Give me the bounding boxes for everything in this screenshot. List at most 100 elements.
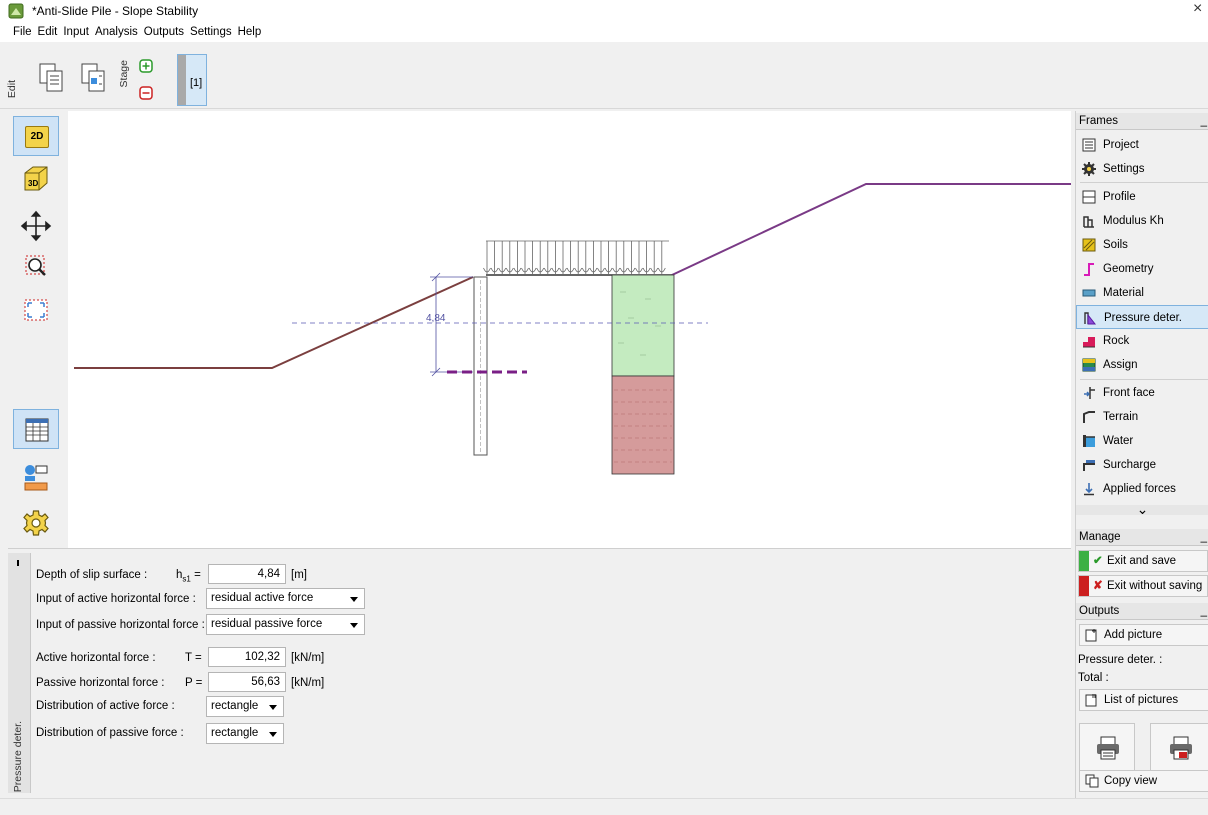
soil-red-block xyxy=(611,375,675,475)
dist-passive-label: Distribution of passive force : xyxy=(36,727,184,739)
outputs-header[interactable]: Outputs _ xyxy=(1076,603,1208,620)
frame-rock[interactable]: Rock xyxy=(1076,329,1208,353)
frame-rock-label: Rock xyxy=(1103,335,1130,347)
menu-edit[interactable]: Edit xyxy=(36,22,60,42)
active-force-input[interactable]: 102,32 xyxy=(208,647,286,667)
frame-soils[interactable]: Soils xyxy=(1076,233,1208,257)
frame-profile[interactable]: Profile xyxy=(1076,185,1208,209)
depth-input[interactable]: 4,84 xyxy=(208,564,286,584)
depth-unit: [m] xyxy=(291,569,307,581)
assign-icon xyxy=(1082,358,1096,372)
copy-document-icon[interactable] xyxy=(38,62,66,94)
view-3d-icon[interactable]: 3D xyxy=(13,159,59,199)
frames-scroll-down-icon[interactable]: ⌄ xyxy=(1076,502,1208,516)
pressure-deter-tab-label: Pressure deter. xyxy=(12,721,24,793)
view-tools: 2D 3D xyxy=(8,111,68,548)
frame-settings[interactable]: Settings xyxy=(1076,157,1208,181)
drawing-canvas[interactable]: 4,84 xyxy=(68,111,1071,548)
frame-pressure-deter-label: Pressure deter. xyxy=(1104,312,1182,324)
surcharge-icon xyxy=(1083,460,1095,471)
depth-symbol: hs1 = xyxy=(176,569,201,583)
zoom-window-icon[interactable] xyxy=(13,247,59,287)
labels-icon[interactable] xyxy=(13,457,59,497)
frame-water-label: Water xyxy=(1103,435,1134,447)
active-input-select[interactable]: residual active force xyxy=(206,588,365,609)
frame-project-label: Project xyxy=(1103,139,1139,151)
right-panel: Frames _ Project Settings Profile Modulus… xyxy=(1075,111,1208,798)
frame-water[interactable]: Water xyxy=(1076,429,1208,453)
paste-document-icon[interactable] xyxy=(80,62,108,94)
menu-analysis[interactable]: Analysis xyxy=(93,22,140,42)
list-of-pictures-button[interactable]: List of pictures xyxy=(1079,689,1208,711)
frame-terrain[interactable]: Terrain xyxy=(1076,405,1208,429)
print-button[interactable] xyxy=(1079,723,1135,773)
view-2d-button[interactable]: 2D xyxy=(13,116,59,156)
add-stage-icon[interactable] xyxy=(139,59,153,73)
copy-view-button[interactable]: Copy view xyxy=(1079,770,1208,792)
frame-geometry-label: Geometry xyxy=(1103,263,1154,275)
menu-file[interactable]: File xyxy=(11,22,34,42)
frame-assign[interactable]: Assign xyxy=(1076,353,1208,377)
stage-group-label: Stage xyxy=(118,60,130,88)
zoom-extents-icon[interactable] xyxy=(13,291,59,331)
pressure-deter-tab[interactable]: Pressure deter. xyxy=(8,553,31,793)
menu-input[interactable]: Input xyxy=(61,22,91,42)
exit-without-saving-button[interactable]: ✘ Exit without saving xyxy=(1078,575,1208,597)
active-force-symbol: T = xyxy=(185,652,202,664)
menu-bar: File Edit Input Analysis Outputs Settings Help xyxy=(0,22,1208,42)
frame-front-face[interactable]: Front face xyxy=(1076,381,1208,405)
surcharge-load xyxy=(483,240,669,274)
rock-icon xyxy=(1083,337,1095,348)
frame-project[interactable]: Project xyxy=(1076,133,1208,157)
list-pictures-icon xyxy=(1085,694,1097,707)
menu-outputs[interactable]: Outputs xyxy=(142,22,186,42)
frame-material-label: Material xyxy=(1103,287,1144,299)
exit-and-save-button[interactable]: ✔ Exit and save xyxy=(1078,550,1208,572)
frame-surcharge[interactable]: Surcharge xyxy=(1076,453,1208,477)
frame-modulus-kh[interactable]: Modulus Kh xyxy=(1076,209,1208,233)
view-2d-icon: 2D xyxy=(25,126,49,148)
pan-move-icon[interactable] xyxy=(13,206,59,246)
dist-active-select[interactable]: rectangle xyxy=(206,696,284,717)
frames-header[interactable]: Frames _ xyxy=(1076,113,1208,130)
dist-passive-value: rectangle xyxy=(211,727,259,739)
title-bar: *Anti-Slide Pile - Slope Stability × xyxy=(0,0,1208,22)
frame-material[interactable]: Material xyxy=(1076,281,1208,305)
menu-settings[interactable]: Settings xyxy=(188,22,234,42)
chevron-down-icon xyxy=(350,597,358,602)
passive-input-label: Input of passive horizontal force : xyxy=(36,619,205,631)
settings-gear-icon[interactable] xyxy=(13,503,59,543)
terrain-icon xyxy=(1083,411,1095,423)
table-view-button[interactable] xyxy=(13,409,59,449)
manage-header[interactable]: Manage _ xyxy=(1076,529,1208,546)
passive-input-select[interactable]: residual passive force xyxy=(206,614,365,635)
copy-view-icon xyxy=(1085,774,1099,788)
stage-1-button[interactable]: [1] xyxy=(177,54,207,106)
menu-help[interactable]: Help xyxy=(236,22,264,42)
frame-profile-label: Profile xyxy=(1103,191,1136,203)
add-picture-button[interactable]: Add picture xyxy=(1079,624,1208,646)
close-icon[interactable]: × xyxy=(1193,0,1202,18)
passive-force-input[interactable]: 56,63 xyxy=(208,672,286,692)
frame-surcharge-label: Surcharge xyxy=(1103,459,1157,471)
active-force-unit: [kN/m] xyxy=(291,652,325,664)
modulus-icon xyxy=(1083,216,1094,228)
frame-geometry[interactable]: Geometry xyxy=(1076,257,1208,281)
active-input-value: residual active force xyxy=(211,592,314,604)
remove-stage-icon[interactable] xyxy=(139,86,153,100)
depth-dimension-label: 4,84 xyxy=(426,313,446,324)
copy-view-label: Copy view xyxy=(1104,775,1158,787)
dist-active-value: rectangle xyxy=(211,700,259,712)
geometry-icon xyxy=(1084,263,1094,276)
soils-icon xyxy=(1082,238,1096,252)
frame-terrain-label: Terrain xyxy=(1103,411,1139,423)
dist-passive-select[interactable]: rectangle xyxy=(206,723,284,744)
frame-applied-forces[interactable]: Applied forces xyxy=(1076,477,1208,501)
frame-settings-label: Settings xyxy=(1103,163,1145,175)
frame-pressure-deter[interactable]: Pressure deter. xyxy=(1076,305,1208,329)
add-picture-label: Add picture xyxy=(1104,629,1163,641)
exit-nosave-label: Exit without saving xyxy=(1107,580,1203,592)
print-export-button[interactable] xyxy=(1150,723,1208,773)
input-panel xyxy=(8,548,1071,799)
profile-icon xyxy=(1082,190,1096,204)
